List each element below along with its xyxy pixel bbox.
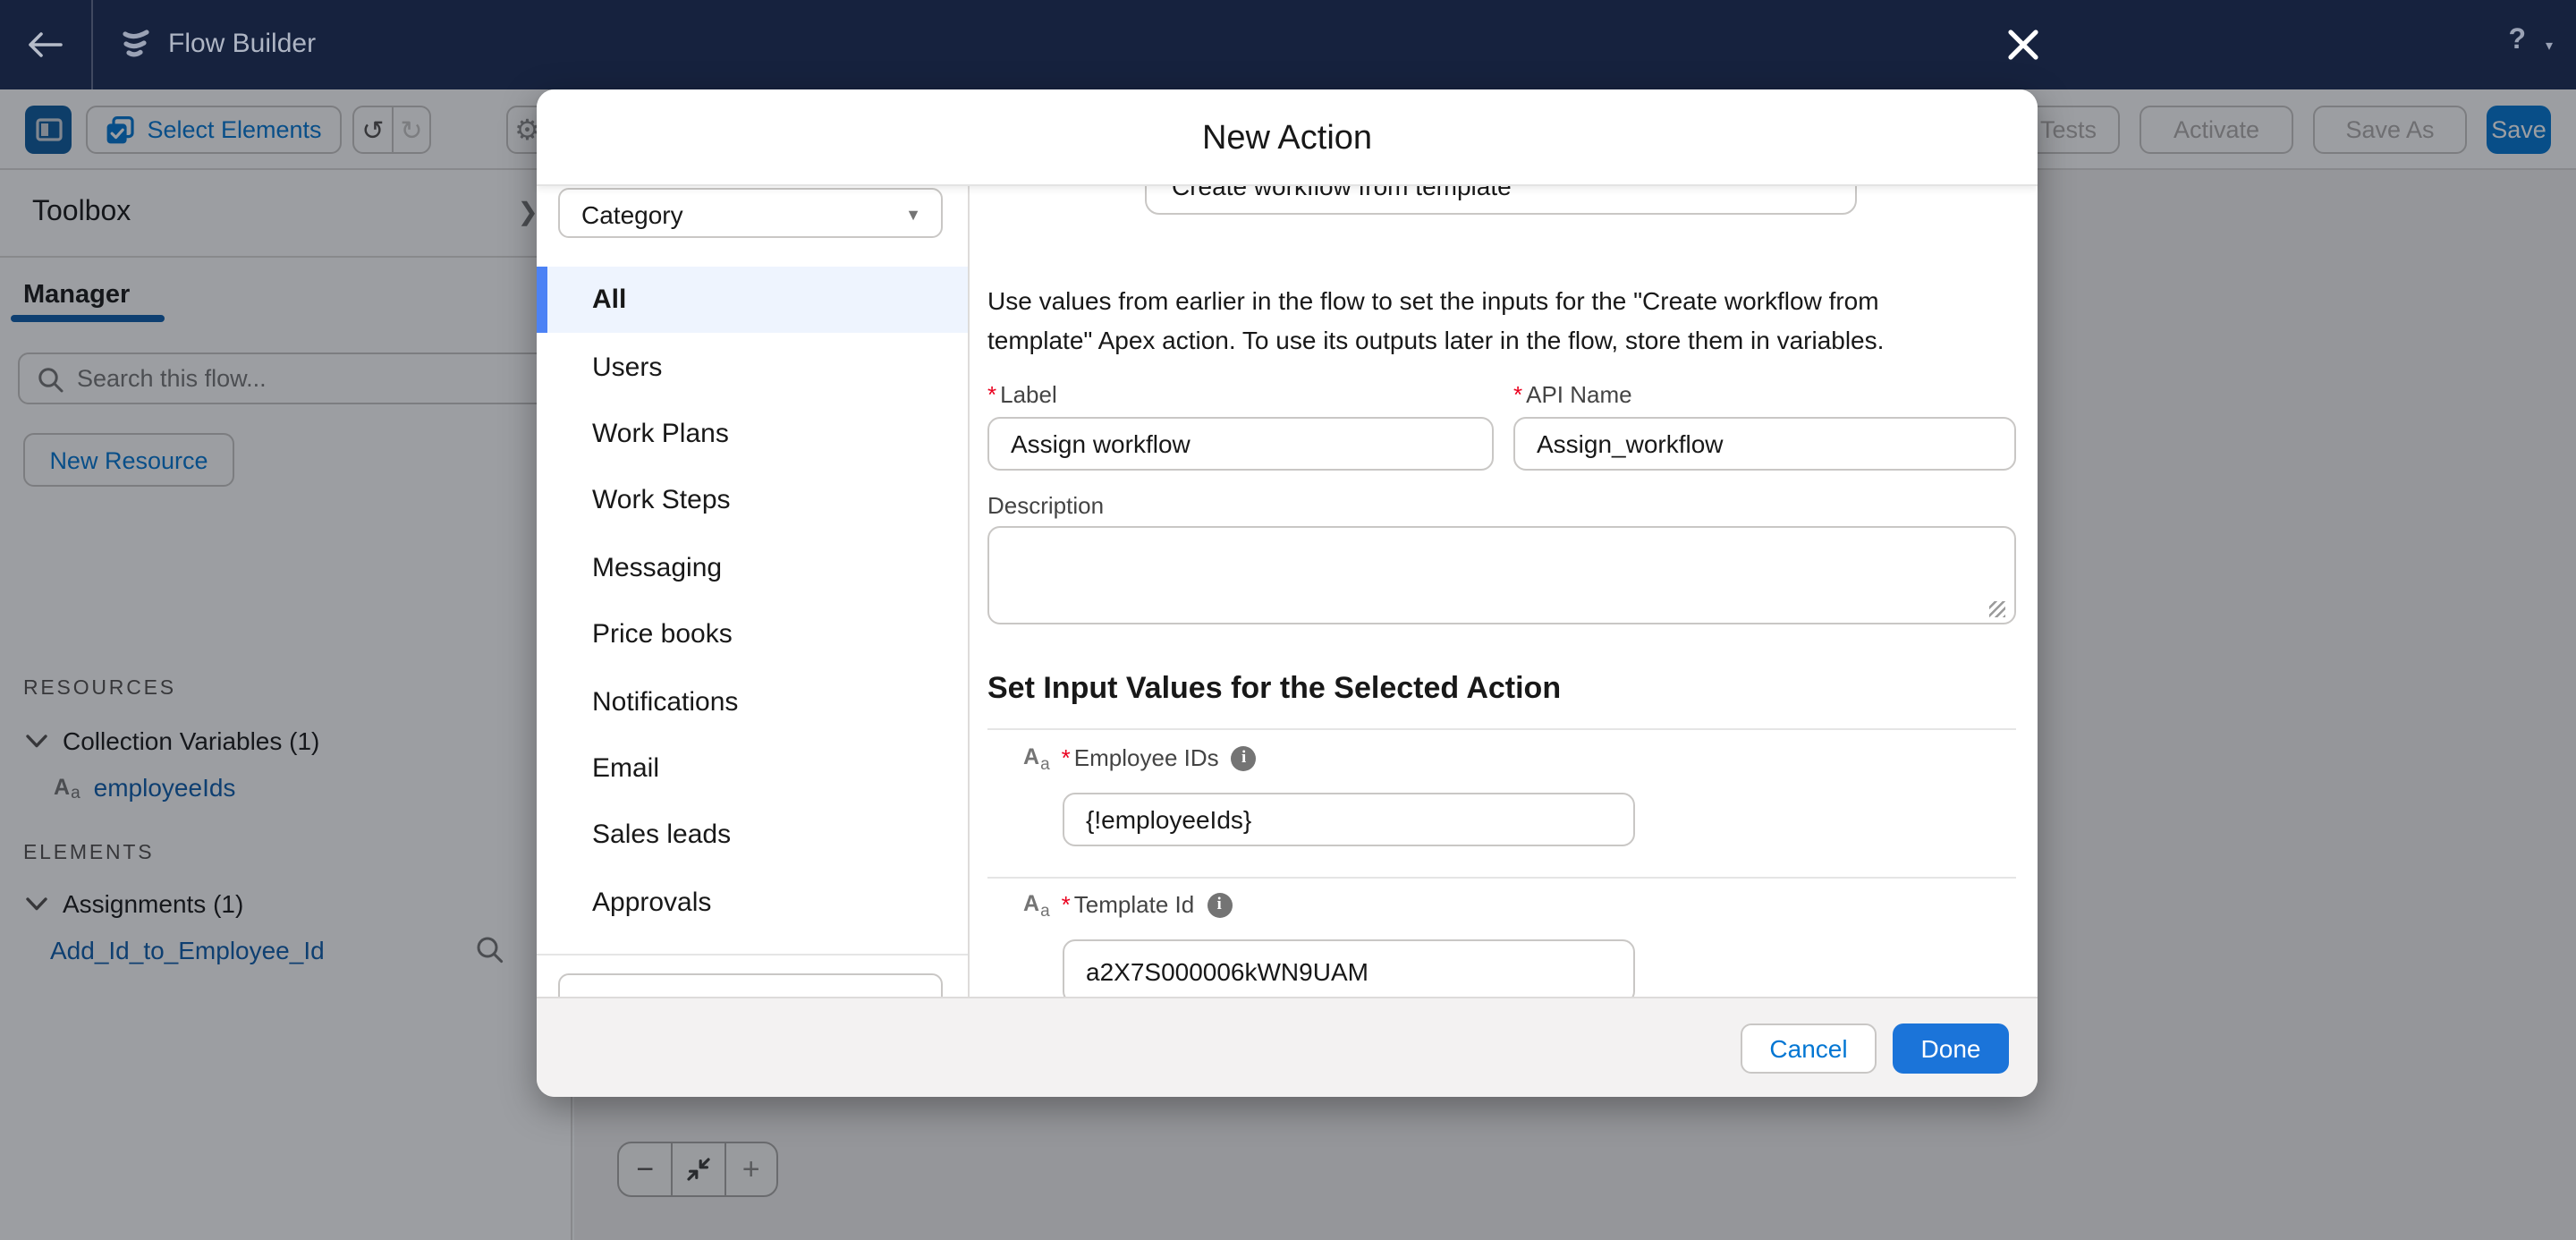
category-item-notifications[interactable]: Notifications <box>537 668 968 735</box>
template-id-label-row: Aa *Template Id i <box>1023 891 1232 918</box>
set-input-values-heading: Set Input Values for the Selected Action <box>987 671 1561 707</box>
textarea-resize-handle[interactable] <box>1989 601 2005 617</box>
description-textarea[interactable] <box>987 526 2016 624</box>
info-icon[interactable]: i <box>1207 892 1232 917</box>
help-caret-icon[interactable]: ▾ <box>2546 38 2553 54</box>
navbar-divider <box>91 0 93 89</box>
category-item-all[interactable]: All <box>537 267 968 334</box>
param-divider <box>987 877 2016 879</box>
cancel-button[interactable]: Cancel <box>1741 1023 1877 1074</box>
description-field-label: Description <box>987 492 1104 519</box>
caret-down-icon: ▼ <box>905 205 921 223</box>
flow-builder-logo-icon <box>118 25 154 70</box>
template-id-input[interactable] <box>1063 939 1635 1004</box>
top-navbar: Flow Builder ? ▾ <box>0 0 2576 89</box>
modal-close-button[interactable] <box>2000 23 2046 70</box>
modal-footer: Cancel Done <box>537 997 2038 1097</box>
flow-builder-screen: Flow Builder ? ▾ Select Elements ↺ ↻ <box>0 0 2576 1240</box>
category-list: All Users Work Plans Work Steps Messagin… <box>537 267 968 936</box>
category-item-email[interactable]: Email <box>537 735 968 802</box>
modal-column-divider <box>968 186 970 997</box>
help-menu[interactable]: ? <box>2508 25 2526 57</box>
api-name-field-label: *API Name <box>1513 381 1632 408</box>
text-type-icon: Aa <box>1023 747 1049 769</box>
label-field-input[interactable] <box>987 417 1494 471</box>
category-dropdown[interactable]: Category ▼ <box>558 188 943 238</box>
employee-ids-label-row: Aa *Employee IDs i <box>1023 744 1257 771</box>
employee-ids-input[interactable] <box>1063 793 1635 846</box>
app-title: Flow Builder <box>168 29 316 59</box>
param-divider <box>987 728 2016 730</box>
category-item-users[interactable]: Users <box>537 334 968 401</box>
modal-header: New Action <box>537 89 2038 186</box>
modal-title: New Action <box>537 120 2038 159</box>
category-item-work-plans[interactable]: Work Plans <box>537 401 968 468</box>
category-item-messaging[interactable]: Messaging <box>537 534 968 601</box>
category-item-approvals[interactable]: Approvals <box>537 869 968 936</box>
category-item-sales-leads[interactable]: Sales leads <box>537 802 968 869</box>
employee-ids-label: *Employee IDs <box>1062 744 1219 771</box>
close-icon <box>2004 24 2043 64</box>
info-icon[interactable]: i <box>1232 745 1257 770</box>
category-list-divider <box>537 954 968 955</box>
text-type-icon: Aa <box>1023 894 1049 916</box>
category-item-price-books[interactable]: Price books <box>537 601 968 668</box>
new-action-modal: Category ▼ All Users Work Plans Work Ste… <box>537 89 2038 1097</box>
action-intro-text: Use values from earlier in the flow to s… <box>987 281 1982 360</box>
back-button[interactable] <box>18 20 72 70</box>
category-item-work-steps[interactable]: Work Steps <box>537 467 968 534</box>
category-dropdown-value: Category <box>581 200 683 229</box>
api-name-field-input[interactable] <box>1513 417 2016 471</box>
selected-category-bar <box>537 267 547 334</box>
done-button[interactable]: Done <box>1893 1023 2009 1074</box>
back-arrow-icon <box>27 32 63 57</box>
label-field-label: *Label <box>987 381 1057 408</box>
template-id-label: *Template Id <box>1062 891 1195 918</box>
